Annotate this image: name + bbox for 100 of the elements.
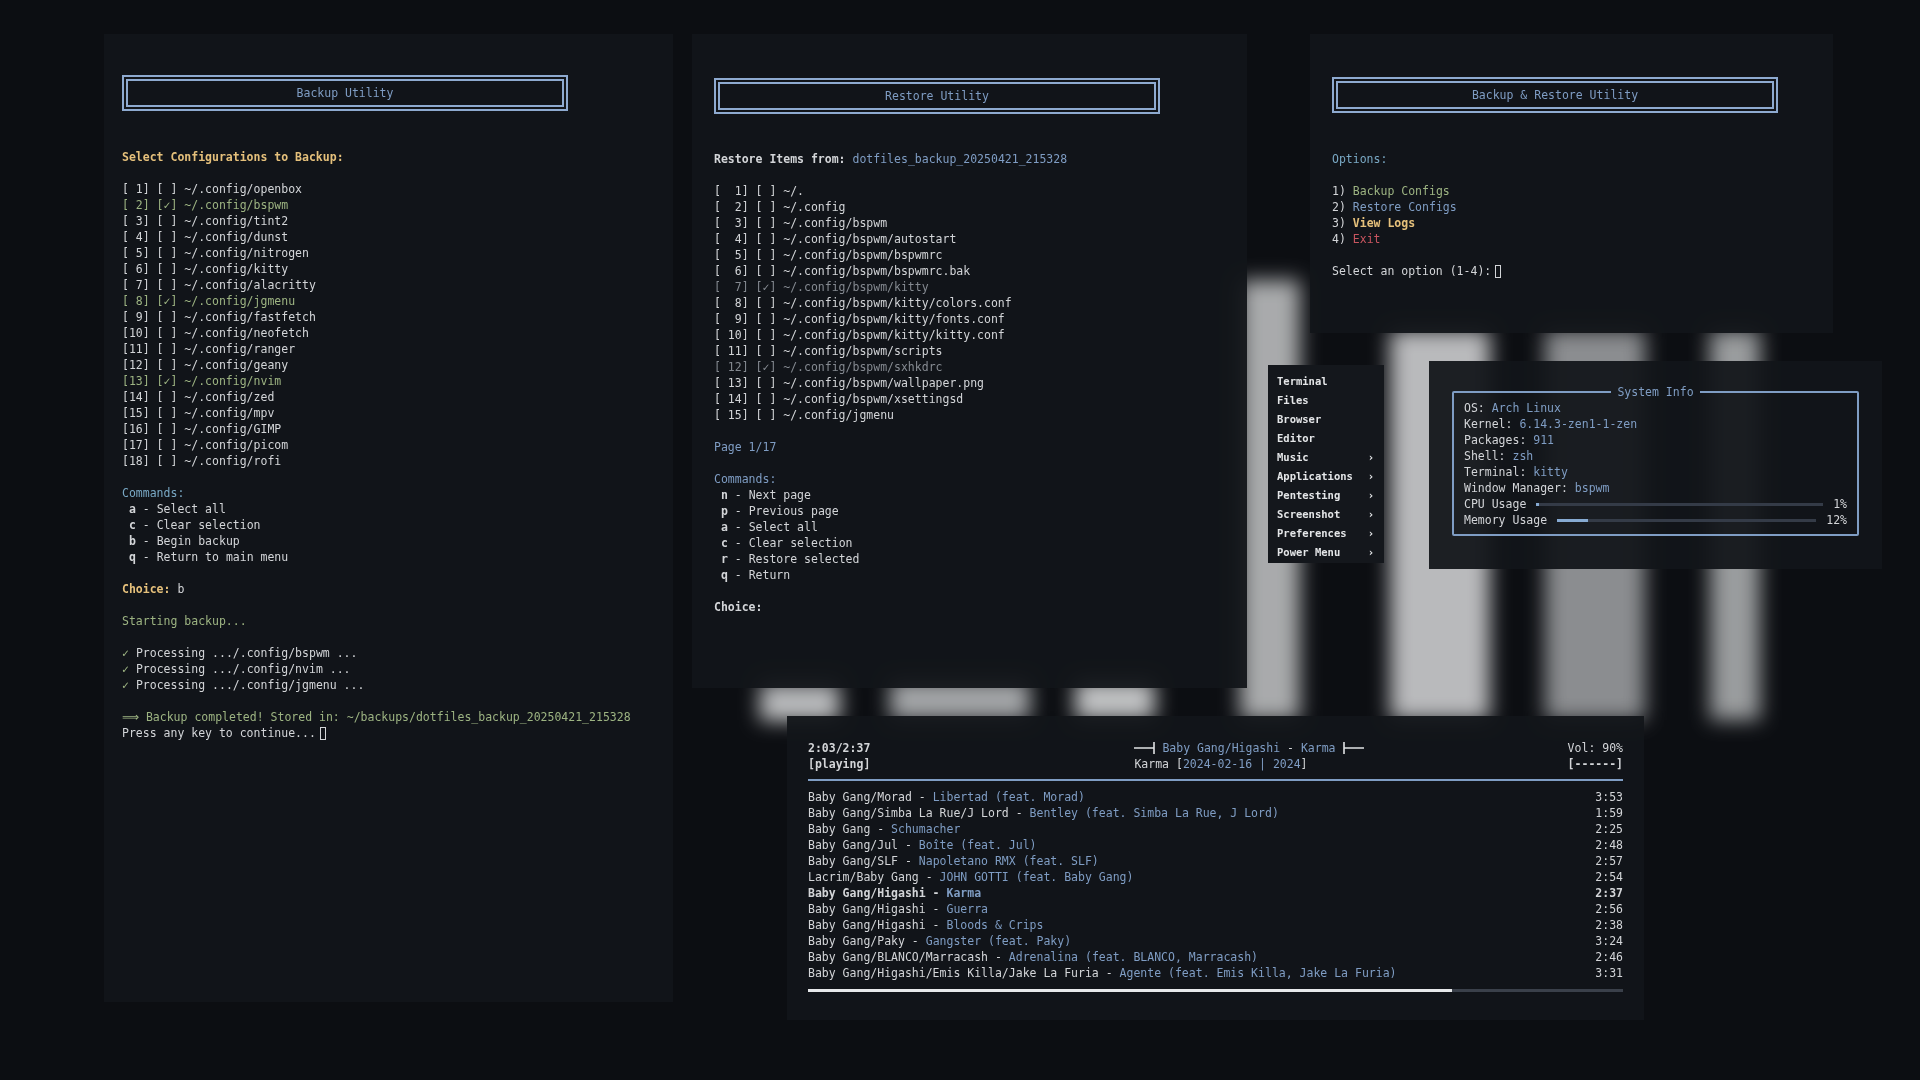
config-item[interactable]: [ 4] [ ] ~/.config/bspwm/autostart	[714, 231, 957, 247]
menu-item[interactable]: Pentesting ›	[1277, 485, 1374, 504]
config-item[interactable]: [ 1] [ ] ~/.config/openbox	[122, 181, 302, 197]
config-item[interactable]: [18] [ ] ~/.config/rofi	[122, 453, 282, 469]
track-name[interactable]: Baby Gang/Paky - Gangster (feat. Paky)	[808, 933, 1072, 949]
command-hint: c - Clear selection	[719, 535, 853, 551]
track-duration: 2:46	[1595, 949, 1623, 965]
playback-state: [playing]	[808, 756, 871, 772]
progress-message: Processing .../.config/nvim ...	[135, 661, 351, 677]
config-item[interactable]: [ 12] [✓] ~/.config/bspwm/sxhkdrc	[714, 359, 943, 375]
bracket-right-icon	[1341, 741, 1364, 755]
menu-item[interactable]: Terminal	[1277, 371, 1374, 390]
section-heading: Commands:	[714, 471, 777, 487]
config-item[interactable]: [12] [ ] ~/.config/geany	[122, 357, 289, 373]
track-name[interactable]: Baby Gang/Higashi - Karma	[808, 885, 982, 901]
menu-option[interactable]: Exit	[1352, 231, 1381, 247]
config-item[interactable]: [15] [ ] ~/.config/mpv	[122, 405, 275, 421]
menu-option[interactable]: Backup Configs	[1352, 183, 1450, 199]
check-mark: ✓	[122, 645, 129, 661]
info-label: Window Manager:	[1464, 480, 1568, 496]
menu-item[interactable]: Editor	[1277, 428, 1374, 447]
track-duration: 3:24	[1595, 933, 1623, 949]
track-name[interactable]: Baby Gang/Higashi - Guerra	[808, 901, 989, 917]
track-name[interactable]: Baby Gang/Higashi - Bloods & Crips	[808, 917, 1044, 933]
config-item[interactable]: [14] [ ] ~/.config/zed	[122, 389, 275, 405]
playback-time: 2:03/2:37	[808, 740, 871, 756]
config-item[interactable]: [ 1] [ ] ~/.	[714, 183, 804, 199]
track-name[interactable]: Baby Gang/Jul - Boîte (feat. Jul)	[808, 837, 1037, 853]
config-item[interactable]: [ 9] [ ] ~/.config/bspwm/kitty/fonts.conf	[714, 311, 1005, 327]
track-duration: 2:25	[1595, 821, 1623, 837]
command-hint: n - Next page	[719, 487, 811, 503]
choice-label: Choice:	[714, 599, 763, 615]
window-title: Restore Utility	[714, 78, 1160, 114]
config-item[interactable]: [ 10] [ ] ~/.config/bspwm/kitty/kitty.conf	[714, 327, 1005, 343]
track-name[interactable]: Baby Gang - Schumacher	[808, 821, 961, 837]
track-duration: 3:53	[1595, 789, 1623, 805]
section-heading: Commands:	[122, 485, 185, 501]
config-item[interactable]: [16] [ ] ~/.config/GIMP	[122, 421, 282, 437]
panel-title: System Info	[1616, 385, 1695, 399]
config-item[interactable]: [ 7] [✓] ~/.config/bspwm/kitty	[714, 279, 929, 295]
track-duration: 2:38	[1595, 917, 1623, 933]
command-hint: q - Return	[719, 567, 791, 583]
option-prompt: Select an option (1-4):	[1332, 263, 1492, 279]
config-item[interactable]: [10] [ ] ~/.config/neofetch	[122, 325, 309, 341]
cursor-icon	[319, 726, 326, 740]
choice-value: b	[177, 581, 185, 597]
config-item[interactable]: [ 5] [ ] ~/.config/nitrogen	[122, 245, 309, 261]
config-item[interactable]: [ 7] [ ] ~/.config/alacritty	[122, 277, 316, 293]
command-hint: p - Previous page	[719, 503, 839, 519]
config-item[interactable]: [ 15] [ ] ~/.config/jgmenu	[714, 407, 894, 423]
config-item[interactable]: [13] [✓] ~/.config/nvim	[122, 373, 282, 389]
config-item[interactable]: [ 2] [ ] ~/.config	[714, 199, 846, 215]
backup-name: dotfiles_backup_20250421_215328	[852, 151, 1068, 167]
status-message: Starting backup...	[122, 613, 247, 629]
config-item[interactable]: [ 6] [ ] ~/.config/kitty	[122, 261, 289, 277]
track-duration: 3:31	[1595, 965, 1623, 981]
meter-reading: 1%	[1833, 496, 1847, 512]
info-value: 911	[1533, 432, 1555, 448]
track-duration: 2:48	[1595, 837, 1623, 853]
menu-item[interactable]: Screenshot ›	[1277, 504, 1374, 523]
config-item[interactable]: [ 4] [ ] ~/.config/dunst	[122, 229, 289, 245]
config-item[interactable]: [ 8] [ ] ~/.config/bspwm/kitty/colors.conf	[714, 295, 1012, 311]
config-item[interactable]: [17] [ ] ~/.config/picom	[122, 437, 289, 453]
config-item[interactable]: [ 2] [✓] ~/.config/bspwm	[122, 197, 289, 213]
track-name[interactable]: Baby Gang/Higashi/Emis Killa/Jake La Furia - Agente (feat. Emis Killa, Jake La Furia)	[808, 965, 1397, 981]
menu-item[interactable]: Files	[1277, 390, 1374, 409]
config-item[interactable]: [ 3] [ ] ~/.config/bspwm	[714, 215, 888, 231]
track-duration: 2:57	[1595, 853, 1623, 869]
track-duration: 2:37	[1595, 885, 1623, 901]
track-name[interactable]: Lacrim/Baby Gang - JOHN GOTTI (feat. Baby Gang)	[808, 869, 1134, 885]
config-item[interactable]: [ 9] [ ] ~/.config/fastfetch	[122, 309, 316, 325]
option-number: 3)	[1332, 215, 1346, 231]
menu-item[interactable]: Applications ›	[1277, 466, 1374, 485]
config-item[interactable]: [ 8] [✓] ~/.config/jgmenu	[122, 293, 296, 309]
volume-level: Vol: 90%	[1567, 740, 1623, 756]
config-item[interactable]: [ 13] [ ] ~/.config/bspwm/wallpaper.png	[714, 375, 985, 391]
menu-item[interactable]: Preferences ›	[1277, 523, 1374, 542]
config-item[interactable]: [ 5] [ ] ~/.config/bspwm/bspwmrc	[714, 247, 943, 263]
track-name[interactable]: Baby Gang/SLF - Napoletano RMX (feat. SLF)	[808, 853, 1099, 869]
menu-option[interactable]: View Logs	[1352, 215, 1416, 231]
menu-option[interactable]: Restore Configs	[1352, 199, 1457, 215]
config-item[interactable]: [ 11] [ ] ~/.config/bspwm/scripts	[714, 343, 943, 359]
section-heading: Select Configurations to Backup:	[122, 149, 344, 165]
info-value: kitty	[1533, 464, 1568, 480]
cursor-icon	[1495, 264, 1502, 278]
menu-item[interactable]: Power Menu ›	[1277, 542, 1374, 561]
config-item[interactable]: [ 6] [ ] ~/.config/bspwm/bspwmrc.bak	[714, 263, 971, 279]
config-item[interactable]: [ 14] [ ] ~/.config/bspwm/xsettingsd	[714, 391, 964, 407]
config-item[interactable]: [11] [ ] ~/.config/ranger	[122, 341, 296, 357]
track-name[interactable]: Baby Gang/Simba La Rue/J Lord - Bentley (feat. Simba La Rue, J Lord)	[808, 805, 1279, 821]
track-name[interactable]: Baby Gang/Morad - Libertad (feat. Morad)	[808, 789, 1085, 805]
track-name[interactable]: Baby Gang/BLANCO/Marracash - Adrenalina (feat. BLANCO, Marracash)	[808, 949, 1259, 965]
volume-indicator-text: [------]	[1567, 756, 1623, 772]
section-heading: Restore Items from:	[714, 151, 846, 167]
menu-item[interactable]: Browser	[1277, 409, 1374, 428]
option-number: 4)	[1332, 231, 1346, 247]
config-item[interactable]: [ 3] [ ] ~/.config/tint2	[122, 213, 289, 229]
option-number: 1)	[1332, 183, 1346, 199]
progress-message: Processing .../.config/bspwm ...	[135, 645, 358, 661]
menu-item[interactable]: Music ›	[1277, 447, 1374, 466]
